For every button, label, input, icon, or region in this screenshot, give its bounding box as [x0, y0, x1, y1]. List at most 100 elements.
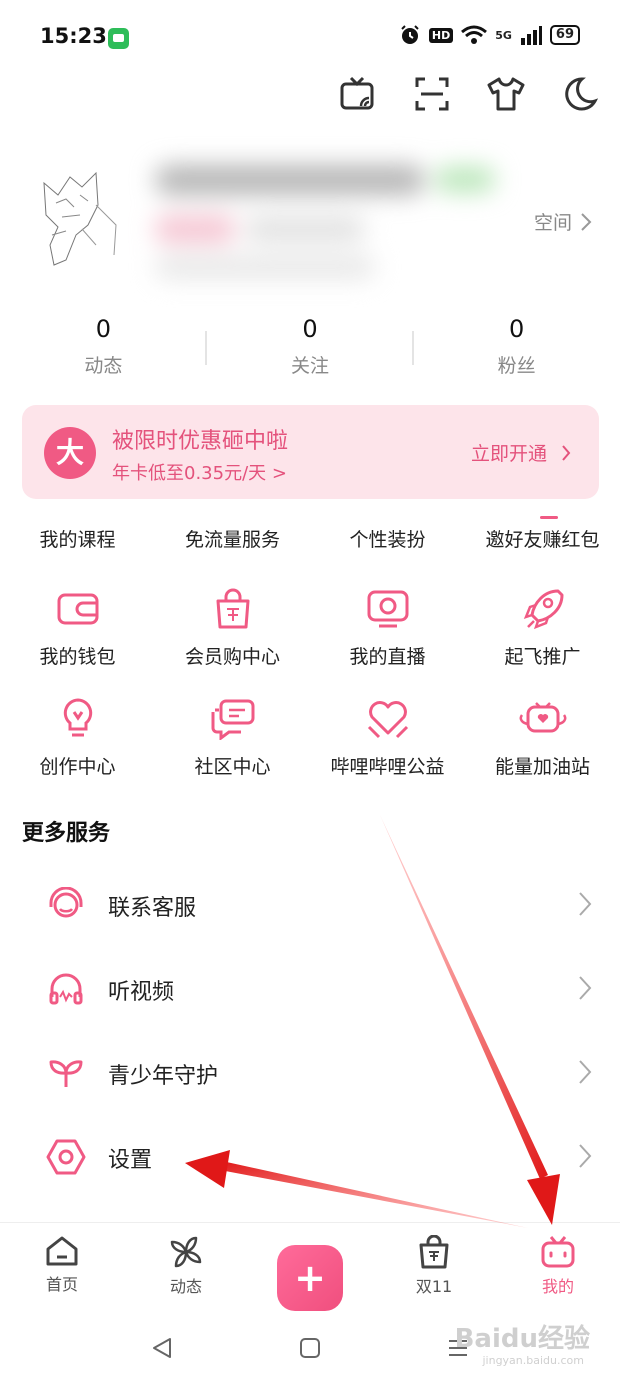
- tab-home[interactable]: 首页: [0, 1223, 124, 1313]
- rocket-icon: [516, 582, 570, 636]
- stat-label: 粉丝: [497, 355, 536, 377]
- grid-item-promote[interactable]: 起飞推广: [465, 582, 620, 682]
- service-audio-mode[interactable]: 听视频: [0, 949, 620, 1029]
- stat-dynamics[interactable]: 0 动态: [0, 315, 207, 385]
- tab-mine[interactable]: 我的: [496, 1223, 620, 1313]
- home-icon: [46, 1236, 78, 1266]
- heart-hands-icon: [361, 692, 415, 746]
- headset-service-icon: [44, 883, 88, 927]
- tv-face-icon: [541, 1236, 575, 1268]
- stat-value: 0: [509, 315, 525, 343]
- service-settings[interactable]: 设置: [0, 1117, 620, 1197]
- tab-label: 首页: [45, 1275, 78, 1294]
- chevron-right-icon: [579, 1144, 592, 1168]
- wifi-icon: [461, 25, 488, 44]
- space-label: 空间: [533, 212, 572, 234]
- grid-item-creation[interactable]: 创作中心: [0, 692, 155, 792]
- vip-subtitle: 年卡低至0.35元/天 >: [112, 463, 287, 484]
- grid-label: 社区中心: [194, 756, 271, 778]
- vip-badge-icon: 大: [44, 427, 96, 479]
- grid-label: 我的直播: [349, 646, 426, 668]
- shopping-bag-icon: [419, 1235, 449, 1269]
- energy-station-icon: [516, 692, 570, 746]
- vip-promo-banner[interactable]: 大 被限时优惠砸中啦 年卡低至0.35元/天 > 立即开通: [22, 405, 599, 499]
- back-triangle-icon[interactable]: [150, 1336, 174, 1360]
- grid-label: 哔哩哔哩公益: [330, 756, 445, 778]
- service-label: 听视频: [108, 980, 175, 1005]
- avatar[interactable]: [36, 165, 126, 275]
- grid-label: 创作中心: [39, 756, 116, 778]
- stat-value: 0: [302, 315, 318, 343]
- headphones-icon: [44, 967, 88, 1011]
- tab-label: 动态: [169, 1277, 202, 1296]
- quick-link-invite[interactable]: 邀好友赚红包: [465, 525, 620, 561]
- plus-icon[interactable]: +: [277, 1245, 343, 1311]
- alarm-icon: [401, 25, 419, 44]
- service-teen-protection[interactable]: 青少年守护: [0, 1033, 620, 1113]
- divider: [205, 331, 207, 365]
- outfit-shirt-icon[interactable]: [484, 72, 528, 116]
- chevron-right-icon: [562, 444, 571, 461]
- status-time: 15:23: [40, 24, 107, 48]
- sprout-icon: [44, 1051, 88, 1095]
- lightbulb-icon: [51, 692, 105, 746]
- feature-grid-row: 创作中心 社区中心 哔哩哔哩公益 能量加油站: [0, 692, 620, 792]
- status-indicators: HD 5G 69: [399, 24, 580, 46]
- vip-action-label: 立即开通: [470, 443, 547, 465]
- tab-publish[interactable]: +: [248, 1223, 372, 1313]
- signal-label: 5G: [495, 28, 512, 42]
- feature-grid-row: 我的钱包 会员购中心 我的直播 起飞推广: [0, 582, 620, 682]
- stat-label: 关注: [291, 355, 330, 377]
- night-mode-moon-icon[interactable]: [558, 72, 602, 116]
- home-square-icon[interactable]: [298, 1336, 322, 1360]
- stat-label: 动态: [84, 355, 123, 377]
- stat-following[interactable]: 0 关注: [207, 315, 414, 385]
- shopping-bag-icon: [206, 582, 260, 636]
- watermark: Baidu经验: [454, 1324, 590, 1354]
- wallet-icon: [51, 582, 105, 636]
- grid-item-live[interactable]: 我的直播: [310, 582, 465, 682]
- settings-hex-icon: [44, 1135, 88, 1179]
- grid-label: 能量加油站: [494, 756, 590, 778]
- grid-item-energy[interactable]: 能量加油站: [465, 692, 620, 792]
- tab-dynamics[interactable]: 动态: [124, 1223, 248, 1313]
- chevron-right-icon: [579, 1060, 592, 1084]
- service-label: 联系客服: [108, 896, 197, 921]
- stat-fans[interactable]: 0 粉丝: [413, 315, 620, 385]
- quick-link-courses[interactable]: 我的课程: [0, 525, 155, 561]
- cast-tv-icon[interactable]: [336, 72, 380, 116]
- tab-label: 双11: [415, 1277, 453, 1296]
- hd-badge: HD: [428, 27, 454, 43]
- service-customer-support[interactable]: 联系客服: [0, 865, 620, 945]
- vip-title: 被限时优惠砸中啦: [112, 429, 289, 454]
- vip-activate-button[interactable]: 立即开通: [471, 439, 571, 466]
- watermark-url: jingyan.baidu.com: [482, 1354, 584, 1367]
- signal-icon: [520, 26, 542, 45]
- grid-item-charity[interactable]: 哔哩哔哩公益: [310, 692, 465, 792]
- quick-link-free-data[interactable]: 免流量服务: [155, 525, 310, 561]
- grid-item-wallet[interactable]: 我的钱包: [0, 582, 155, 682]
- live-tv-icon: [361, 582, 415, 636]
- top-toolbar: [336, 72, 602, 116]
- quick-link-decoration[interactable]: 个性装扮: [310, 525, 465, 561]
- profile-stats: 0 动态 0 关注 0 粉丝: [0, 315, 620, 385]
- service-label: 青少年守护: [108, 1064, 219, 1089]
- status-bar: 15:23 HD 5G 69: [0, 0, 620, 75]
- grid-item-community[interactable]: 社区中心: [155, 692, 310, 792]
- grid-label: 会员购中心: [184, 646, 280, 668]
- chevron-right-icon: [579, 976, 592, 1000]
- grid-item-member-shop[interactable]: 会员购中心: [155, 582, 310, 682]
- space-link[interactable]: 空间: [534, 208, 592, 235]
- grid-label: 起飞推广: [504, 646, 581, 668]
- tab-double11[interactable]: 双11: [372, 1223, 496, 1313]
- bottom-tab-bar: 首页 动态 + 双11 我的: [0, 1223, 620, 1313]
- message-app-icon: [108, 28, 129, 49]
- battery-indicator: 69: [549, 25, 580, 45]
- grid-label: 我的钱包: [39, 646, 116, 668]
- chevron-right-icon: [581, 212, 592, 231]
- tab-label: 我的: [541, 1277, 574, 1296]
- divider: [412, 331, 414, 365]
- profile-info-blurred: [145, 145, 505, 290]
- scan-icon[interactable]: [410, 72, 454, 116]
- pinwheel-icon: [170, 1236, 202, 1268]
